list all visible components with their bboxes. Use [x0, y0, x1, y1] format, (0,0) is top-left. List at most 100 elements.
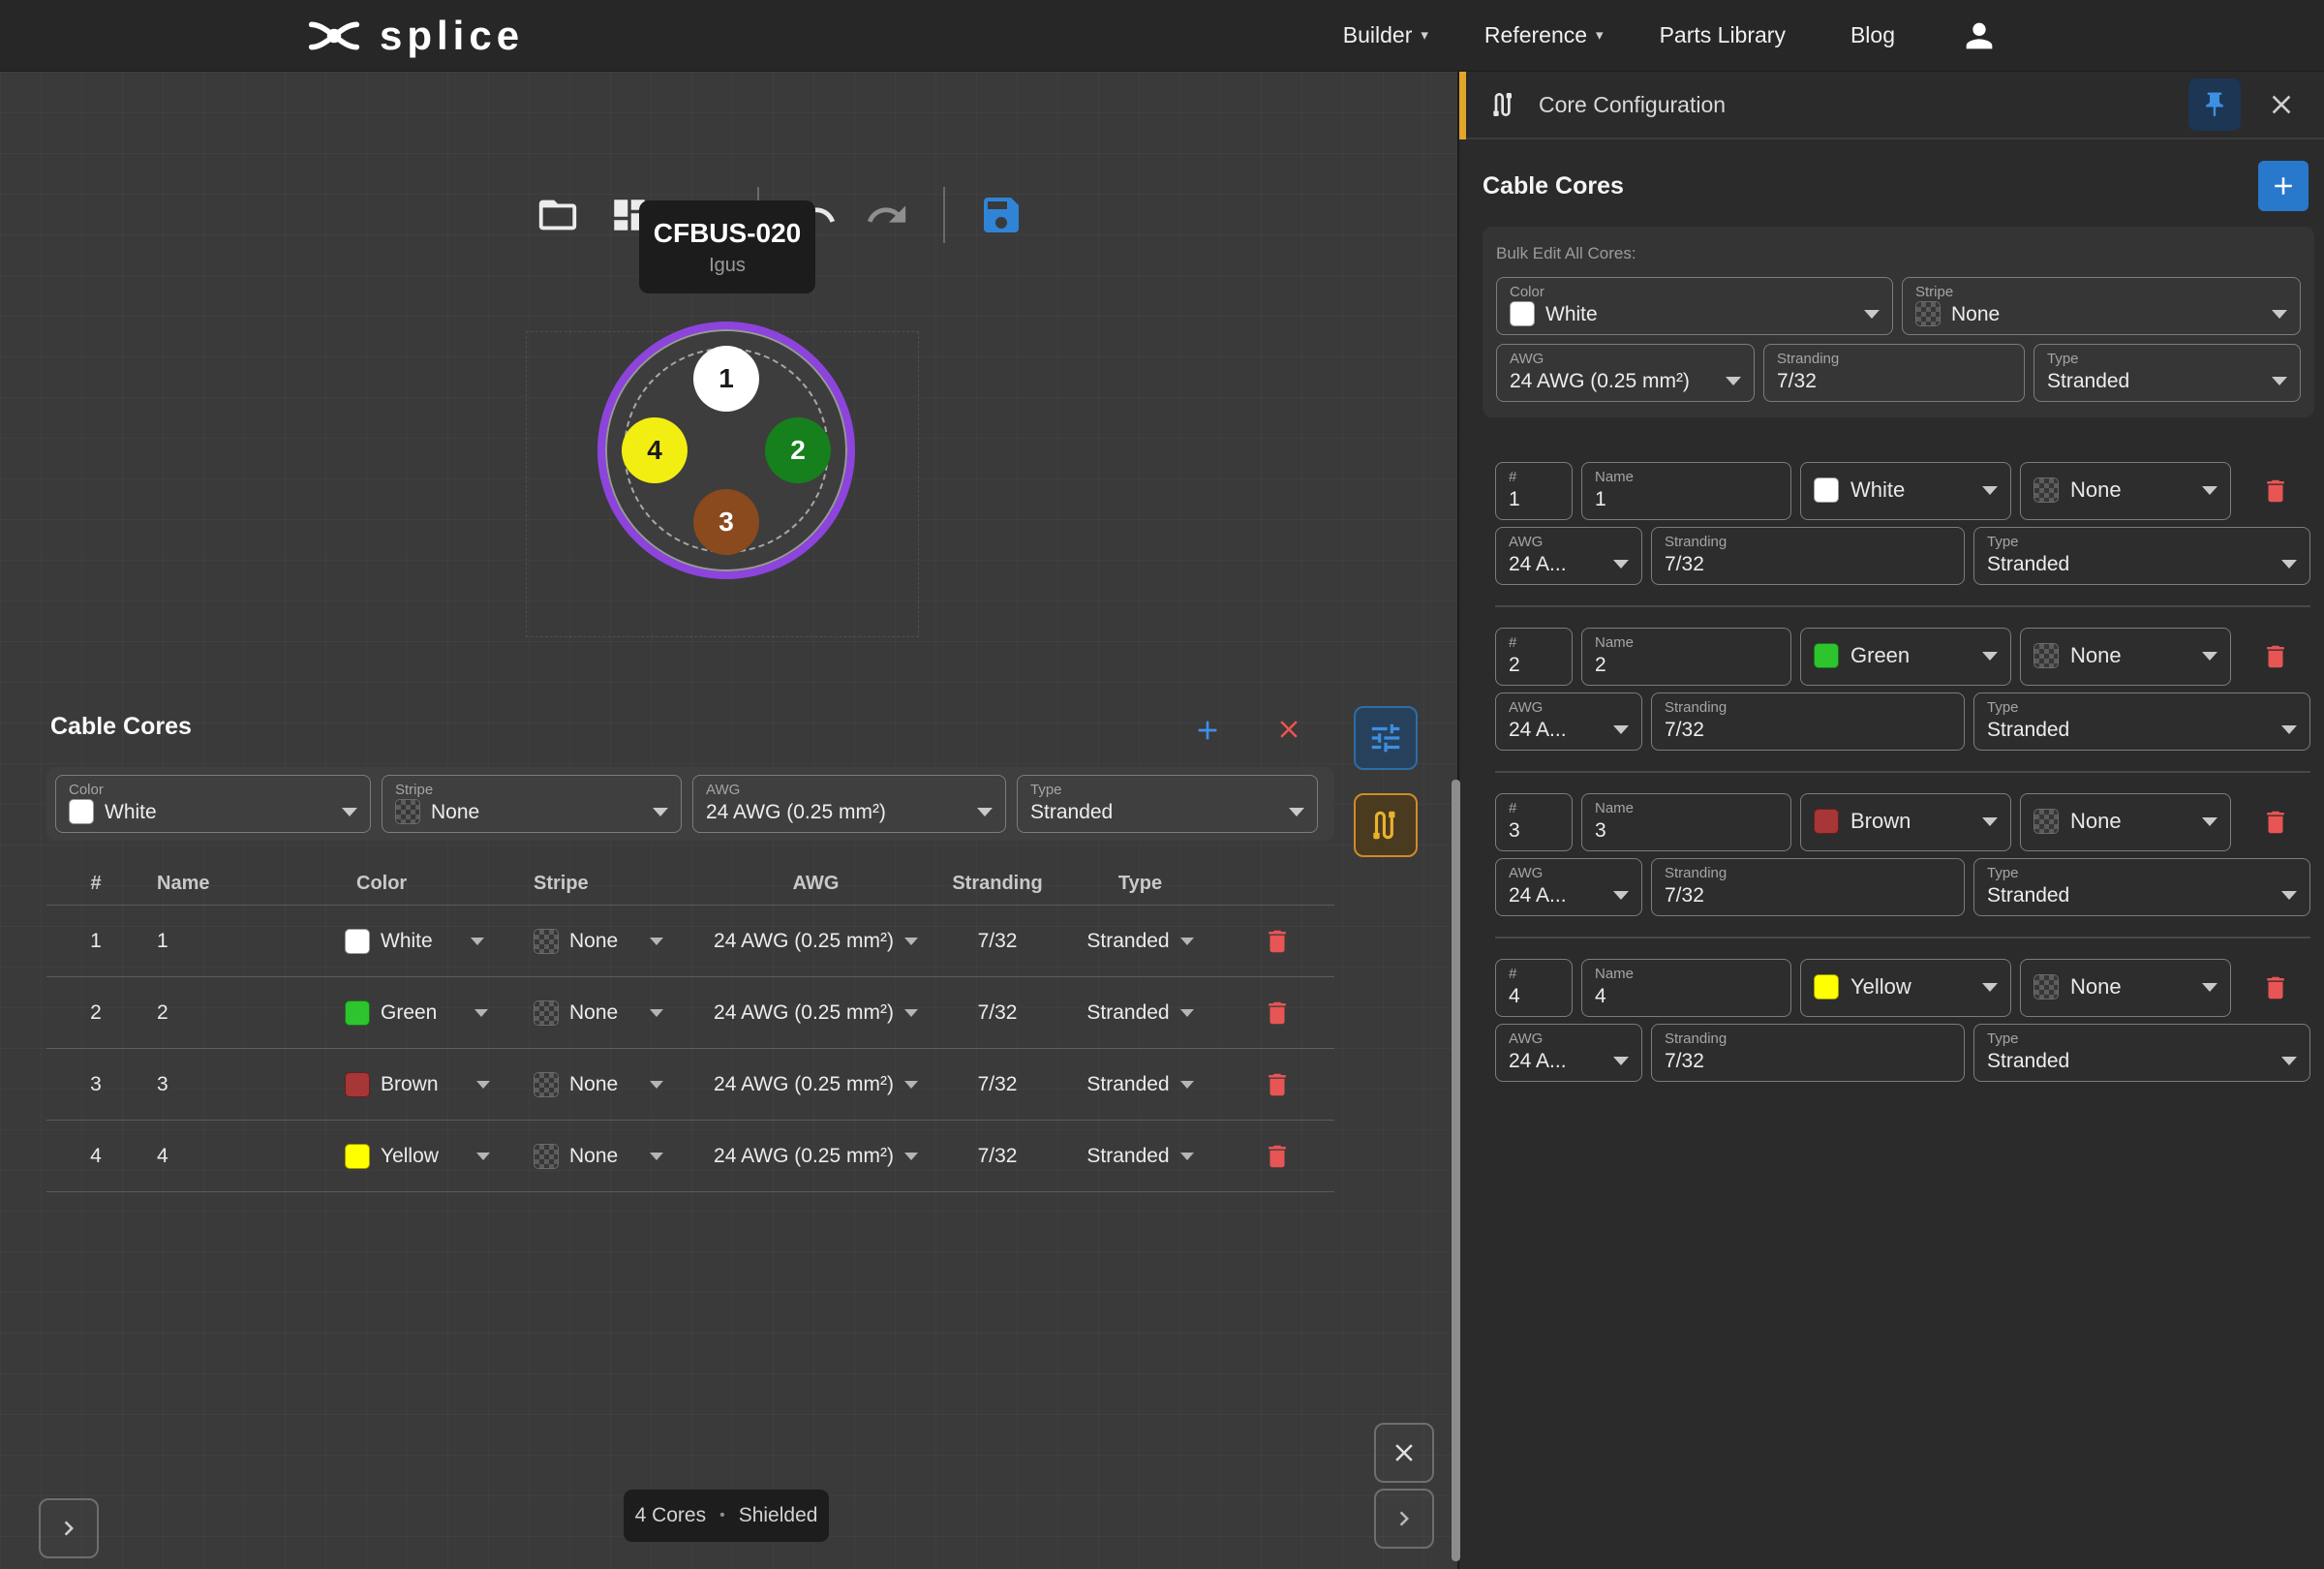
- delete-core-button[interactable]: [1256, 920, 1299, 963]
- core-circle[interactable]: 1: [693, 346, 759, 412]
- core-type-select[interactable]: Stranded: [1060, 930, 1220, 953]
- core-stripe-select[interactable]: None: [2020, 959, 2231, 1017]
- core-stranding-input[interactable]: Stranding 7/32: [1651, 858, 1965, 916]
- panel-scrollbar-thumb[interactable]: [1452, 780, 1460, 1561]
- chevron-down-icon: [1613, 1057, 1629, 1065]
- core-type-select[interactable]: Type Stranded: [1973, 692, 2310, 751]
- core-circle[interactable]: 3: [693, 489, 759, 555]
- delete-core-button[interactable]: [2254, 635, 2297, 678]
- close-panel-button[interactable]: [2260, 83, 2303, 126]
- core-stranding: 7/32: [934, 1145, 1060, 1168]
- user-avatar-button[interactable]: [1960, 16, 1999, 55]
- core-circle[interactable]: 4: [622, 417, 688, 483]
- nav-item[interactable]: Blog: [1850, 22, 1904, 48]
- core-stranding-input[interactable]: Stranding 7/32: [1651, 527, 1965, 585]
- design-canvas[interactable]: CFBUS-020 Igus 1 2 3: [0, 72, 1457, 1569]
- pan-right-button[interactable]: [39, 1498, 99, 1558]
- bulk-type-select[interactable]: Type Stranded: [2034, 344, 2301, 402]
- core-color-select[interactable]: Brown: [1800, 793, 2011, 851]
- color-swatch: [1814, 643, 1839, 668]
- bulk-awg-select[interactable]: AWG 24 AWG (0.25 mm²): [1496, 344, 1755, 402]
- cable-cross-section[interactable]: 1 2 3 4: [597, 322, 855, 579]
- core-color-select[interactable]: Yellow: [339, 1144, 528, 1169]
- core-type-select[interactable]: Type Stranded: [1973, 527, 2310, 585]
- core-name-input[interactable]: Name 3: [1581, 793, 1791, 851]
- core-stripe-select[interactable]: None: [528, 1000, 697, 1026]
- bulk-stripe-select[interactable]: Stripe None: [1902, 277, 2301, 335]
- delete-core-button[interactable]: [2254, 801, 2297, 844]
- core-number-input[interactable]: # 2: [1495, 628, 1573, 686]
- core-configuration-button[interactable]: [1354, 793, 1418, 857]
- bulk-color-select[interactable]: Color White: [1496, 277, 1893, 335]
- core-name[interactable]: 3: [145, 1073, 339, 1096]
- core-awg-select[interactable]: AWG 24 A...: [1495, 692, 1642, 751]
- core-name[interactable]: 4: [145, 1145, 339, 1168]
- core-awg-select[interactable]: 24 AWG (0.25 mm²): [697, 1145, 934, 1168]
- core-name-input[interactable]: Name 1: [1581, 462, 1791, 520]
- core-name-input[interactable]: Name 2: [1581, 628, 1791, 686]
- bulk-stranding-input[interactable]: Stranding 7/32: [1763, 344, 2025, 402]
- core-color-select[interactable]: Green: [1800, 628, 2011, 686]
- cable-label[interactable]: CFBUS-020 Igus: [639, 200, 815, 293]
- core-number-input[interactable]: # 3: [1495, 793, 1573, 851]
- add-core-button[interactable]: [1192, 715, 1223, 746]
- field-value: 7/32: [1665, 883, 1704, 908]
- bulk-awg-select[interactable]: AWG 24 AWG (0.25 mm²): [692, 775, 1006, 833]
- nav-item[interactable]: Builder ▾: [1343, 22, 1428, 48]
- core-circle[interactable]: 2: [765, 417, 831, 483]
- core-color-select[interactable]: White: [339, 929, 528, 954]
- core-table-view-button[interactable]: [1354, 706, 1418, 770]
- core-awg-select[interactable]: 24 AWG (0.25 mm²): [697, 1001, 934, 1025]
- core-type-select[interactable]: Stranded: [1060, 1073, 1220, 1096]
- core-stripe-select[interactable]: None: [2020, 462, 2231, 520]
- redo-button[interactable]: [864, 192, 910, 238]
- cable-icon: [1488, 89, 1519, 120]
- core-color-select[interactable]: White: [1800, 462, 2011, 520]
- close-cores-editor-button[interactable]: [1274, 715, 1305, 746]
- core-stripe-select[interactable]: None: [528, 1144, 697, 1169]
- core-type-select[interactable]: Type Stranded: [1973, 858, 2310, 916]
- delete-core-button[interactable]: [1256, 992, 1299, 1034]
- core-stripe-select[interactable]: None: [2020, 628, 2231, 686]
- core-stripe-select[interactable]: None: [528, 929, 697, 954]
- core-type-select[interactable]: Stranded: [1060, 1001, 1220, 1025]
- redo-icon: [865, 193, 909, 237]
- bulk-color-select[interactable]: Color White: [55, 775, 371, 833]
- delete-core-button[interactable]: [2254, 967, 2297, 1009]
- core-type-select[interactable]: Stranded: [1060, 1145, 1220, 1168]
- core-type-select[interactable]: Type Stranded: [1973, 1024, 2310, 1082]
- table-row: 3 3 Brown None 24 AWG (0.25 mm²): [46, 1049, 1334, 1121]
- pin-panel-button[interactable]: [2188, 78, 2241, 131]
- core-color-select[interactable]: Brown: [339, 1072, 528, 1097]
- app-logo[interactable]: splice: [306, 13, 524, 59]
- delete-core-button[interactable]: [1256, 1135, 1299, 1178]
- delete-core-button[interactable]: [1256, 1063, 1299, 1106]
- core-stranding-input[interactable]: Stranding 7/32: [1651, 1024, 1965, 1082]
- core-name[interactable]: 1: [145, 930, 339, 953]
- save-button[interactable]: [978, 192, 1024, 238]
- core-number-input[interactable]: # 1: [1495, 462, 1573, 520]
- open-project-button[interactable]: [535, 192, 581, 238]
- close-view-button[interactable]: [1374, 1423, 1434, 1483]
- core-awg-select[interactable]: 24 AWG (0.25 mm²): [697, 930, 934, 953]
- pan-right-button-2[interactable]: [1374, 1489, 1434, 1549]
- add-core-button[interactable]: [2258, 161, 2309, 211]
- core-awg-select[interactable]: 24 AWG (0.25 mm²): [697, 1073, 934, 1096]
- core-count: 4 Cores: [635, 1504, 707, 1527]
- core-stripe-select[interactable]: None: [2020, 793, 2231, 851]
- core-awg-select[interactable]: AWG 24 A...: [1495, 858, 1642, 916]
- core-stranding-input[interactable]: Stranding 7/32: [1651, 692, 1965, 751]
- nav-item[interactable]: Parts Library: [1660, 22, 1794, 48]
- core-color-select[interactable]: Yellow: [1800, 959, 2011, 1017]
- core-stripe-select[interactable]: None: [528, 1072, 697, 1097]
- core-awg-select[interactable]: AWG 24 A...: [1495, 1024, 1642, 1082]
- core-name-input[interactable]: Name 4: [1581, 959, 1791, 1017]
- bulk-stripe-select[interactable]: Stripe None: [382, 775, 682, 833]
- delete-core-button[interactable]: [2254, 470, 2297, 512]
- core-color-select[interactable]: Green: [339, 1000, 528, 1026]
- core-name[interactable]: 2: [145, 1001, 339, 1025]
- nav-item[interactable]: Reference ▾: [1484, 22, 1604, 48]
- core-number-input[interactable]: # 4: [1495, 959, 1573, 1017]
- core-awg-select[interactable]: AWG 24 A...: [1495, 527, 1642, 585]
- bulk-type-select[interactable]: Type Stranded: [1017, 775, 1318, 833]
